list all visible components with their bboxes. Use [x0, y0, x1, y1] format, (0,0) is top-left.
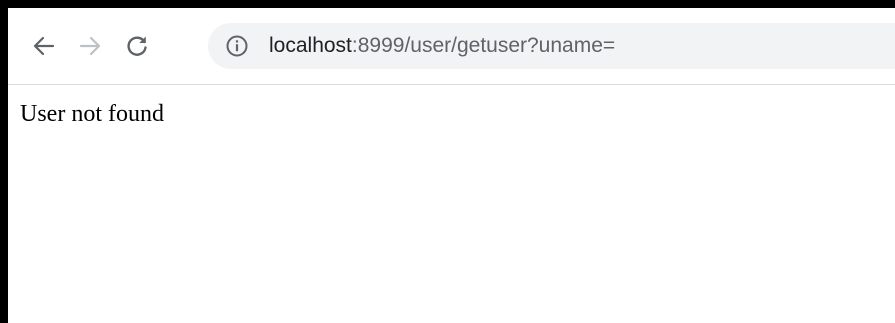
browser-toolbar: localhost:8999/user/getuser?uname=: [8, 8, 895, 85]
address-bar[interactable]: localhost:8999/user/getuser?uname=: [208, 23, 895, 69]
arrow-left-icon: [33, 36, 55, 56]
address-bar-url[interactable]: localhost:8999/user/getuser?uname=: [269, 23, 615, 69]
page-message: User not found: [20, 101, 164, 127]
info-icon[interactable]: [225, 34, 249, 58]
reload-button[interactable]: [119, 28, 155, 64]
back-button[interactable]: [26, 28, 62, 64]
url-path: :8999/user/getuser?uname=: [351, 34, 616, 57]
screenshot-frame: localhost:8999/user/getuser?uname= User …: [0, 0, 895, 323]
reload-icon: [127, 36, 147, 56]
url-host: localhost: [269, 34, 352, 57]
browser-window: localhost:8999/user/getuser?uname= User …: [8, 8, 895, 323]
arrow-right-icon: [79, 36, 101, 56]
forward-button[interactable]: [72, 28, 108, 64]
